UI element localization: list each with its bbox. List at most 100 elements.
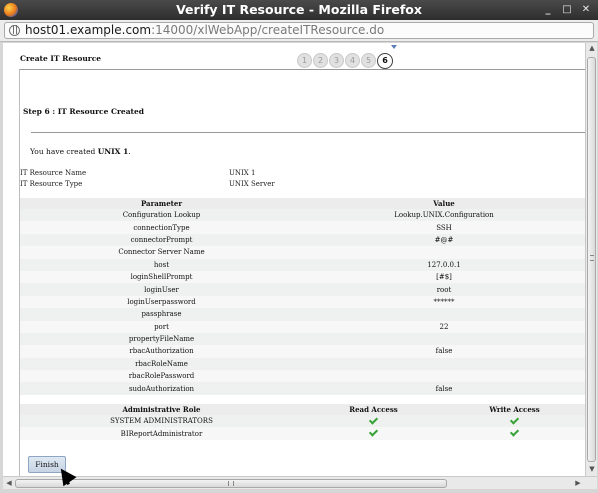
wizard-step-5: 5	[361, 53, 376, 68]
it-resource-type-value: UNIX Server	[229, 180, 275, 188]
read-access-cell	[303, 415, 444, 428]
window-titlebar: Verify IT Resource - Mozilla Firefox _ □…	[0, 0, 598, 20]
created-message-prefix: You have created	[30, 147, 98, 156]
maximize-icon[interactable]: □	[559, 2, 575, 18]
wizard-step-4: 4	[345, 53, 360, 68]
scroll-right-icon[interactable]: ▶	[573, 478, 583, 488]
it-resource-name-label: IT Resource Name	[20, 169, 87, 177]
wizard-step-3: 3	[329, 53, 344, 68]
parameter-value: 127.0.0.1	[303, 258, 585, 271]
table-row: Configuration Lookup Lookup.UNIX.Configur…	[20, 209, 585, 222]
table-row: loginUserpassword ******	[20, 295, 585, 309]
it-resource-type-label: IT Resource Type	[20, 180, 83, 188]
role-name: BIReportAdministrator	[20, 427, 303, 440]
table-row: SYSTEM ADMINISTRATORS	[20, 415, 585, 428]
parameter-value	[303, 332, 585, 346]
globe-icon	[9, 25, 20, 36]
table-row: sudoAuthorization false	[20, 382, 585, 395]
parameter-name: Configuration Lookup	[20, 209, 303, 222]
url-host: host01.example.com	[25, 23, 152, 37]
administrative-role-header: Administrative Role	[20, 404, 303, 415]
table-row: port 22	[20, 320, 585, 333]
it-resource-name-value: UNIX 1	[229, 169, 256, 177]
parameter-value: SSH	[303, 221, 585, 234]
page-title: Create IT Resource	[20, 54, 102, 63]
divider	[31, 132, 585, 133]
table-row: host 127.0.0.1	[20, 258, 585, 271]
created-message: You have created UNIX 1.	[30, 147, 131, 156]
parameter-value: false	[303, 382, 585, 395]
parameter-name: sudoAuthorization	[20, 382, 303, 395]
role-name: SYSTEM ADMINISTRATORS	[20, 415, 303, 428]
parameter-value: false	[303, 345, 585, 358]
parameter-name: connectionType	[20, 221, 303, 234]
wizard-step-6: 6	[377, 53, 393, 69]
wizard-step-1: 1	[297, 53, 312, 68]
table-row: propertyFileName	[20, 332, 585, 346]
parameter-name: loginUser	[20, 283, 303, 296]
check-icon	[369, 429, 378, 436]
firefox-logo-icon	[4, 3, 18, 17]
parameters-table: Parameter Value Configuration Lookup Look…	[20, 198, 585, 395]
minimize-icon[interactable]: _	[540, 2, 556, 18]
scroll-down-icon[interactable]: ▼	[587, 464, 597, 474]
write-access-cell	[444, 427, 585, 440]
table-row: passphrase	[20, 308, 585, 321]
created-resource-name: UNIX 1	[97, 147, 129, 156]
table-row: connectorPrompt #@#	[20, 233, 585, 247]
parameter-value: Lookup.UNIX.Configuration	[303, 209, 585, 222]
check-icon	[369, 417, 378, 424]
active-step-marker-icon	[391, 45, 397, 49]
table-row: rbacAuthorization false	[20, 345, 585, 358]
scroll-up-icon[interactable]: ▲	[587, 43, 597, 53]
grip-icon	[228, 481, 234, 486]
created-message-suffix: .	[128, 147, 131, 156]
roles-table: Administrative Role Read Access Write Ac…	[20, 404, 585, 440]
table-row: BIReportAdministrator	[20, 427, 585, 440]
url-field[interactable]: host01.example.com:14000/xlWebApp/create…	[4, 22, 594, 39]
parameter-value: 22	[303, 320, 585, 333]
read-access-cell	[303, 427, 444, 440]
step-title: Step 6 : IT Resource Created	[23, 107, 145, 116]
read-access-header: Read Access	[303, 404, 444, 415]
parameter-header: Parameter	[20, 198, 303, 209]
page-content: Create IT Resource 123456 Step 6 : IT Re…	[3, 43, 585, 476]
vertical-scroll-thumb[interactable]	[587, 57, 596, 462]
parameter-name: port	[20, 320, 303, 333]
write-access-cell	[444, 415, 585, 428]
parameter-name: propertyFileName	[20, 332, 303, 346]
vertical-scrollbar[interactable]: ▲ ▼	[585, 43, 597, 476]
parameter-name: rbacRolePassword	[20, 370, 303, 383]
parameter-value	[303, 370, 585, 383]
check-icon	[510, 429, 519, 436]
value-header: Value	[303, 198, 585, 209]
check-icon	[510, 417, 519, 424]
table-row: loginUser root	[20, 283, 585, 296]
parameter-name: loginUserpassword	[20, 295, 303, 309]
window-title: Verify IT Resource - Mozilla Firefox	[176, 2, 422, 17]
table-row: connectionType SSH	[20, 221, 585, 234]
table-row: rbacRolePassword	[20, 370, 585, 383]
horizontal-scroll-thumb[interactable]	[15, 479, 447, 488]
parameter-value: #@#	[303, 233, 585, 247]
table-row: Connector Server Name	[20, 246, 585, 259]
table-row: loginShellPrompt [#$]	[20, 270, 585, 284]
parameter-name: loginShellPrompt	[20, 270, 303, 284]
close-icon[interactable]: ✕	[578, 2, 594, 18]
parameter-value: ******	[303, 295, 585, 309]
parameter-name: rbacRoleName	[20, 357, 303, 371]
parameter-name: rbacAuthorization	[20, 345, 303, 358]
table-row: rbacRoleName	[20, 357, 585, 371]
parameter-value: [#$]	[303, 270, 585, 284]
wizard-steps: 123456	[297, 53, 393, 69]
horizontal-scrollbar[interactable]: ◀ ▶	[3, 476, 597, 489]
wizard-header: Create IT Resource 123456	[3, 43, 585, 69]
url-path: :14000/xlWebApp/createITResource.do	[151, 23, 385, 37]
wizard-step-2: 2	[313, 53, 328, 68]
parameter-name: connectorPrompt	[20, 233, 303, 247]
parameter-value	[303, 357, 585, 371]
scroll-left-icon[interactable]: ◀	[4, 478, 14, 488]
parameter-value: root	[303, 283, 585, 296]
address-bar-container: host01.example.com:14000/xlWebApp/create…	[0, 20, 598, 42]
parameter-name: passphrase	[20, 308, 303, 321]
